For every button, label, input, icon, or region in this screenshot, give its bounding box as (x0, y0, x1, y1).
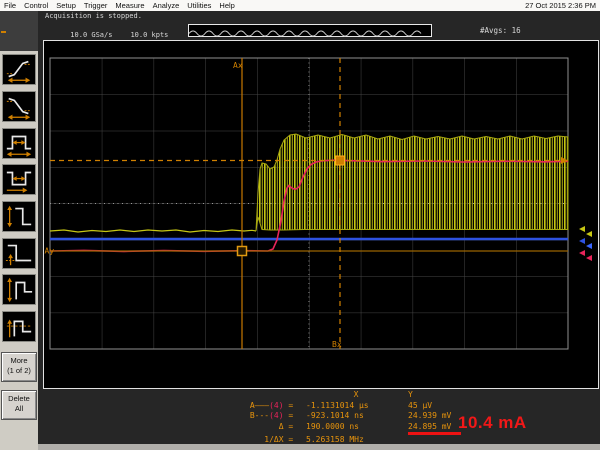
readout-header-y: Y (406, 390, 516, 401)
vbase-icon (3, 239, 35, 268)
menu-bar: File Control Setup Trigger Measure Analy… (0, 0, 600, 11)
oscilloscope-window: File Control Setup Trigger Measure Analy… (0, 0, 600, 450)
cursor-ax-label: Ax (233, 61, 243, 70)
menu-item-measure[interactable]: Measure (111, 1, 148, 10)
scope-app-area: Acquisition is stopped. 10.0 GSa/s 10.0 k… (38, 11, 600, 450)
pos-pulse-width-button[interactable] (2, 128, 36, 159)
delete-all-button[interactable]: Delete All (1, 390, 37, 420)
vpp-button[interactable] (2, 201, 36, 232)
fall-time-button[interactable] (2, 91, 36, 122)
current-annotation: 10.4 mA (458, 413, 527, 433)
ch4-ground-marker[interactable] (579, 250, 592, 261)
readout-delta-x-value: 190.0000 ns (298, 422, 406, 436)
delete-all-line1: Delete (2, 394, 36, 404)
cursor-bx-label: Bx (332, 340, 342, 349)
waveform-preview-bar (188, 24, 432, 37)
menu-item-help[interactable]: Help (215, 1, 238, 10)
menu-item-trigger[interactable]: Trigger (80, 1, 111, 10)
vpp-icon (3, 202, 35, 231)
acquisition-status: Acquisition is stopped. (45, 12, 142, 20)
rise-time-button[interactable] (2, 54, 36, 85)
more-button[interactable]: More (1 of 2) (1, 352, 37, 382)
sample-rate: 10.0 GSa/s (70, 31, 112, 39)
preview-sine-icon (189, 28, 429, 38)
ch1-oscillation-band (256, 134, 568, 231)
waveform-display[interactable]: Ax Bx Ay (43, 40, 599, 389)
ch2-ground-marker[interactable] (579, 238, 592, 249)
pos-pulse-width-icon (3, 129, 35, 158)
clock-display: 27 Oct 2015 2:36 PM (525, 1, 600, 10)
fall-time-icon (3, 92, 35, 121)
menu-item-file[interactable]: File (0, 1, 20, 10)
measurement-sidebar: More (1 of 2) Delete All (0, 11, 38, 450)
readout-row-label: A———(4) = (226, 401, 298, 412)
more-button-line1: More (2, 356, 36, 366)
delete-all-line2: All (2, 404, 36, 414)
menu-item-utilities[interactable]: Utilities (183, 1, 215, 10)
vaverage-icon (3, 312, 35, 341)
vamplitude-icon (3, 275, 35, 304)
readout-bx-value: -923.1014 ns (298, 411, 406, 422)
readout-row-label: Δ = (226, 422, 298, 436)
rise-time-icon (3, 55, 35, 84)
vaverage-button[interactable] (2, 311, 36, 342)
vamplitude-button[interactable] (2, 274, 36, 305)
bottom-strip (38, 444, 600, 450)
menu-item-control[interactable]: Control (20, 1, 52, 10)
readout-ay-value: 45 µV (406, 401, 516, 412)
vbase-button[interactable] (2, 238, 36, 269)
readout-header-x: X (298, 390, 406, 401)
memory-depth: 10.0 kpts (130, 31, 168, 39)
averages-value: 16 (512, 26, 521, 35)
menu-item-analyze[interactable]: Analyze (149, 1, 184, 10)
averages-readout: #Avgs: 16 (480, 26, 521, 35)
readout-ax-value: -1.1131014 µs (298, 401, 406, 412)
neg-pulse-width-icon (3, 165, 35, 194)
waveform-canvas[interactable]: Ax Bx Ay (44, 41, 598, 388)
cursor-a-marker[interactable] (238, 247, 247, 256)
menu-item-setup[interactable]: Setup (52, 1, 80, 10)
more-button-line2: (1 of 2) (2, 366, 36, 376)
neg-pulse-width-button[interactable] (2, 164, 36, 195)
sidebar-orange-tick (1, 31, 6, 33)
averages-label: #Avgs: (480, 26, 507, 35)
ch1-ground-marker[interactable] (579, 226, 592, 237)
sidebar-top-panel (0, 11, 38, 51)
cursor-b-marker[interactable] (336, 156, 345, 165)
readout-row-label: B---(4) = (226, 411, 298, 422)
cursor-ay-label: Ay (45, 247, 55, 256)
